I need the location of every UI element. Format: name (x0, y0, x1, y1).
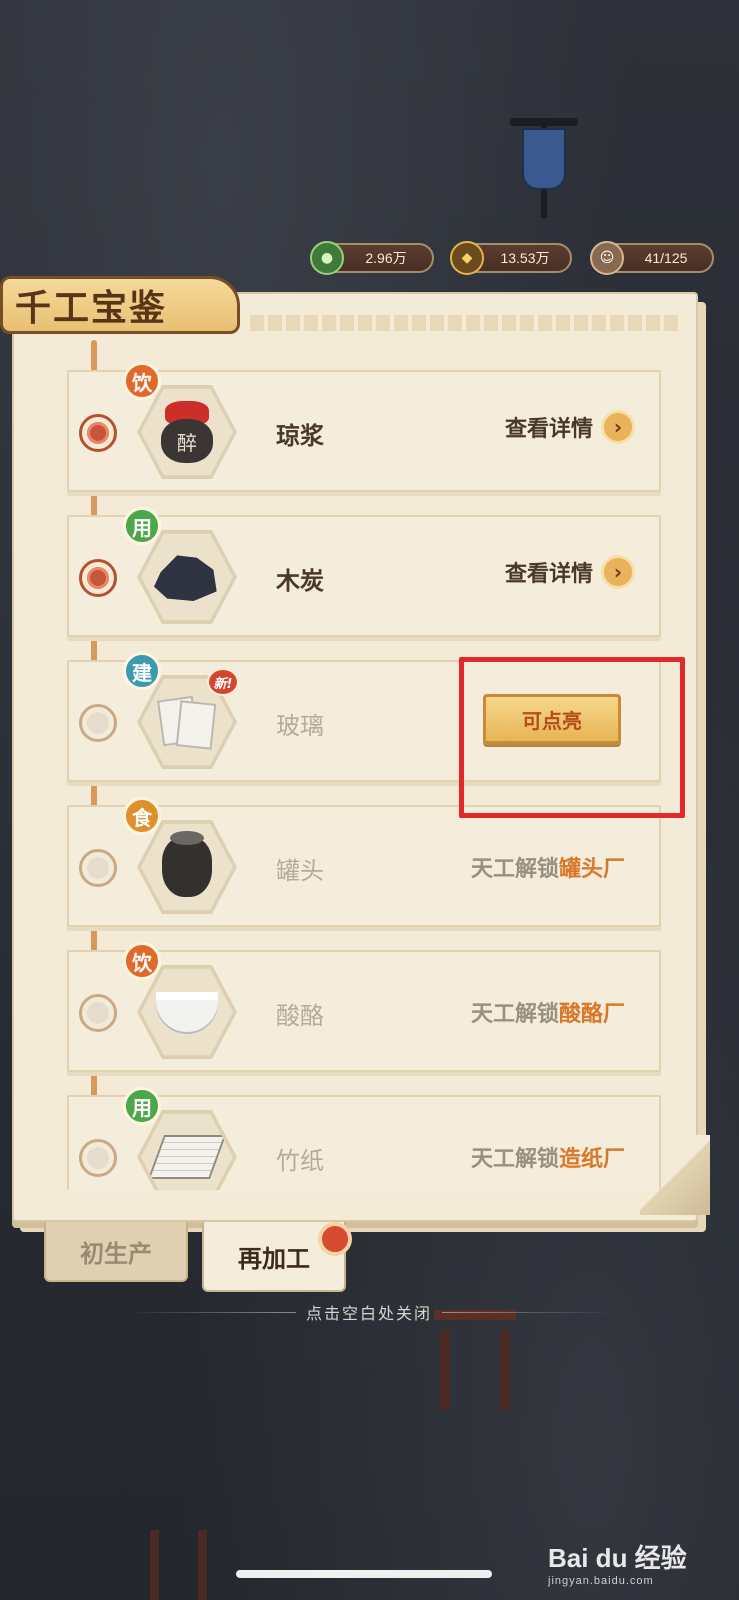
item-name: 玻璃 (276, 712, 324, 740)
list-item-mutan[interactable]: 用 木炭 查看详情 › (67, 507, 661, 637)
timeline-node (79, 704, 117, 742)
home-indicator[interactable] (236, 1570, 492, 1578)
unlock-building: 造纸厂 (558, 1147, 625, 1172)
resource-coin[interactable]: ◆ 13.53万 (450, 241, 572, 275)
unlock-requirement: 天工解锁酸酪厂 (470, 1002, 625, 1027)
close-hint-text: 点击空白处关闭 (306, 1304, 433, 1323)
category-badge: 用 (123, 1087, 161, 1125)
list-item-zhuzhi[interactable]: 用 竹纸 天工解锁造纸厂 (67, 1087, 661, 1190)
item-name: 木炭 (276, 566, 324, 595)
item-icon-frame (141, 1113, 233, 1190)
view-details-label: 查看详情 (504, 562, 593, 587)
timeline-node (79, 559, 117, 597)
list-item-suanlao[interactable]: 饮 酸酪 天工解锁酸酪厂 (67, 942, 661, 1072)
unlock-building: 酸酪厂 (558, 1002, 625, 1027)
category-badge: 食 (123, 797, 161, 835)
charcoal-icon (154, 555, 217, 601)
timeline-node (79, 1139, 117, 1177)
resource-people[interactable]: ☺ 41/125 (590, 241, 714, 275)
notification-dot-icon (318, 1222, 352, 1256)
list-item-guantou[interactable]: 食 罐头 天工解锁罐头厂 (67, 797, 661, 927)
item-name: 竹纸 (276, 1147, 324, 1175)
blue-banner-icon (522, 128, 566, 190)
gate-scenery-lower (150, 1510, 210, 1600)
panel-title-tag: 千工宝鉴 (0, 276, 240, 334)
category-badge: 饮 (123, 942, 161, 980)
new-badge: 新! (207, 668, 239, 696)
watermark-brand: Bai du 经验 (548, 1543, 687, 1573)
unlock-building: 罐头厂 (558, 857, 625, 882)
item-name: 琼浆 (276, 421, 324, 450)
chevron-right-icon: › (601, 410, 635, 444)
panel-title: 千工宝鉴 (15, 287, 168, 329)
category-badge: 建 (123, 652, 161, 690)
people-icon: ☺ (590, 241, 624, 275)
decorative-border (250, 315, 680, 331)
view-details-button[interactable]: 查看详情 › (505, 410, 635, 444)
timeline-node (79, 849, 117, 887)
chevron-right-icon: › (601, 555, 635, 589)
item-name: 罐头 (276, 857, 324, 885)
view-details-label: 查看详情 (504, 417, 593, 442)
item-name: 酸酪 (276, 1002, 324, 1030)
tab-initial-production[interactable]: 初生产 (44, 1222, 188, 1282)
paper-icon (147, 1135, 227, 1179)
view-details-button[interactable]: 查看详情 › (505, 555, 635, 589)
timeline-node (79, 994, 117, 1032)
close-hint[interactable]: 点击空白处关闭 (126, 1298, 613, 1326)
jar-icon (162, 831, 212, 897)
unlock-requirement: 天工解锁造纸厂 (470, 1147, 625, 1172)
category-badge: 饮 (123, 362, 161, 400)
timeline-node (79, 414, 117, 452)
jade-icon: ● (310, 241, 344, 275)
watermark: Bai du 经验 jingyan.baidu.com (548, 1538, 687, 1587)
resource-jade[interactable]: ● 2.96万 (310, 241, 434, 275)
watermark-url: jingyan.baidu.com (548, 1575, 654, 1587)
highlight-annotation-box (459, 657, 685, 818)
glass-icon (156, 695, 218, 750)
list-item-qiongjiang[interactable]: 醉 饮 琼浆 查看详情 › (67, 362, 661, 492)
unlock-requirement: 天工解锁罐头厂 (470, 857, 625, 882)
yogurt-bowl-icon (156, 992, 218, 1032)
category-badge: 用 (123, 507, 161, 545)
wine-jar-icon: 醉 (159, 401, 215, 463)
coin-icon: ◆ (450, 241, 484, 275)
